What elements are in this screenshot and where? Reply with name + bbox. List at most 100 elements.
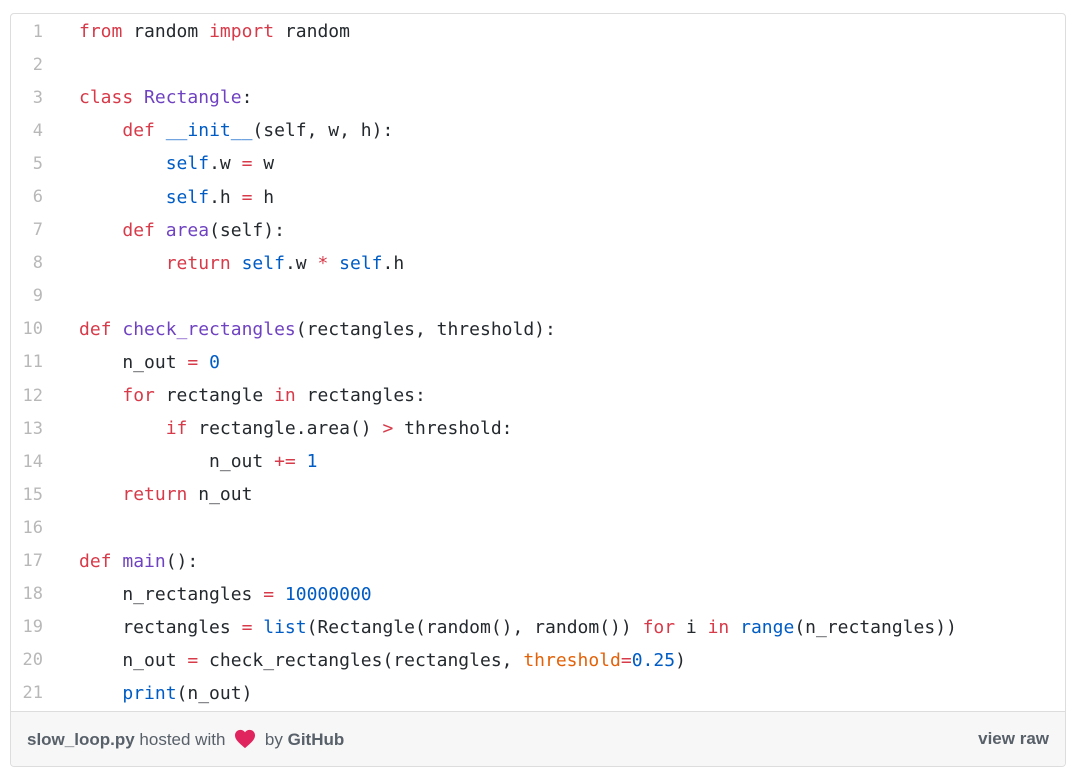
line-number: 13 (22, 418, 43, 439)
code-token: w (252, 153, 275, 175)
line-number: 11 (22, 352, 43, 373)
code-line: 16 (11, 511, 1065, 544)
code-line: 2 (11, 48, 1065, 81)
line-number: 6 (32, 187, 43, 208)
code-token: > (382, 418, 394, 440)
code-token: def (122, 120, 155, 142)
code-line: 9 (11, 280, 1065, 313)
code-token: = (241, 616, 253, 638)
code-token: .w (209, 153, 242, 175)
code-token: : (241, 87, 253, 109)
code-line: 10 def check_rectangles(rectangles, thres… (11, 313, 1065, 346)
line-number: 8 (32, 253, 43, 274)
line-number: 18 (22, 584, 43, 605)
code-token: = (620, 649, 632, 671)
code-token: += (274, 451, 296, 473)
code-token: h (252, 186, 275, 208)
code-token: class (79, 87, 134, 109)
code-token: self (339, 252, 383, 274)
code-token: self (165, 186, 210, 208)
line-code: n_out += 1 (61, 451, 317, 472)
line-number: 7 (32, 220, 43, 241)
line-number: 1 (32, 21, 43, 42)
code-token: = (241, 186, 253, 208)
code-token: (rectangles, threshold): (295, 318, 556, 340)
code-token: main (122, 550, 166, 572)
code-token: = (187, 351, 199, 373)
code-line: 6 self.h = h (11, 180, 1065, 213)
gist-container: 1 from random import random 2 3 class Rectan… (10, 13, 1066, 767)
line-code: rectangles = list(Rectangle(random(), ra… (61, 617, 957, 638)
code-token: threshold: (393, 418, 513, 440)
code-token: random (274, 21, 350, 43)
code-token: .w (284, 252, 318, 274)
code-line: 19 rectangles = list(Rectangle(random(),… (11, 611, 1065, 644)
line-code: n_out = 0 (61, 352, 220, 373)
line-number: 3 (32, 87, 43, 108)
code-token: in (707, 616, 730, 638)
line-code: n_rectangles = 10000000 (61, 583, 371, 605)
code-line: 3 class Rectangle: (11, 81, 1065, 114)
line-code: if rectangle.area() > threshold: (61, 418, 513, 439)
code-line: 18 n_rectangles = 10000000 (11, 578, 1065, 611)
code-line: 11 n_out = 0 (11, 346, 1065, 379)
code-token: rectangles: (295, 385, 426, 407)
code-token: = (241, 153, 253, 175)
code-token: (n_out) (176, 682, 253, 704)
code-token: def (79, 550, 112, 572)
code-token: rectangle.area() (187, 418, 383, 440)
code-token: n_out (79, 451, 275, 473)
code-token: n_rectangles (79, 583, 264, 605)
line-code: for rectangle in rectangles: (61, 385, 426, 407)
filename-link[interactable]: slow_loop.py (27, 730, 135, 749)
code-token: self (165, 153, 210, 175)
code-token: random (122, 21, 210, 43)
code-token: for (642, 616, 676, 638)
gist-footer: slow_loop.py hosted with by GitHub view … (11, 711, 1065, 766)
code-token: .h (209, 186, 242, 208)
view-raw-link[interactable]: view raw (978, 729, 1049, 749)
code-token: ) (675, 649, 686, 671)
code-token: = (263, 583, 275, 605)
code-token: from (79, 21, 123, 43)
code-line: 1 from random import random (11, 15, 1065, 48)
by-text: by (264, 729, 283, 749)
code-token: return (122, 484, 188, 506)
line-number: 9 (32, 286, 43, 307)
line-number: 4 (32, 120, 43, 141)
code-token: check_rectangles(rectangles, (198, 649, 524, 671)
line-number: 20 (22, 650, 43, 671)
github-link[interactable]: GitHub (288, 730, 345, 749)
code-token: list (263, 616, 307, 638)
code-token: * (317, 252, 329, 274)
line-number: 10 (22, 319, 43, 340)
line-number: 17 (22, 551, 43, 572)
code-token: (n_rectangles)) (794, 616, 957, 638)
code-token: i (675, 616, 708, 638)
line-number: 2 (32, 54, 43, 75)
code-token: 0.25 (631, 649, 676, 671)
code-token: self (241, 252, 285, 274)
line-code: self.w = w (61, 153, 274, 174)
line-code: self.h = h (61, 187, 274, 208)
code-token: = (187, 649, 199, 671)
line-number: 16 (22, 517, 43, 538)
code-token: n_out (79, 351, 188, 373)
code-token: range (740, 616, 795, 638)
code-line: 20 n_out = check_rectangles(rectangles, … (11, 644, 1065, 677)
